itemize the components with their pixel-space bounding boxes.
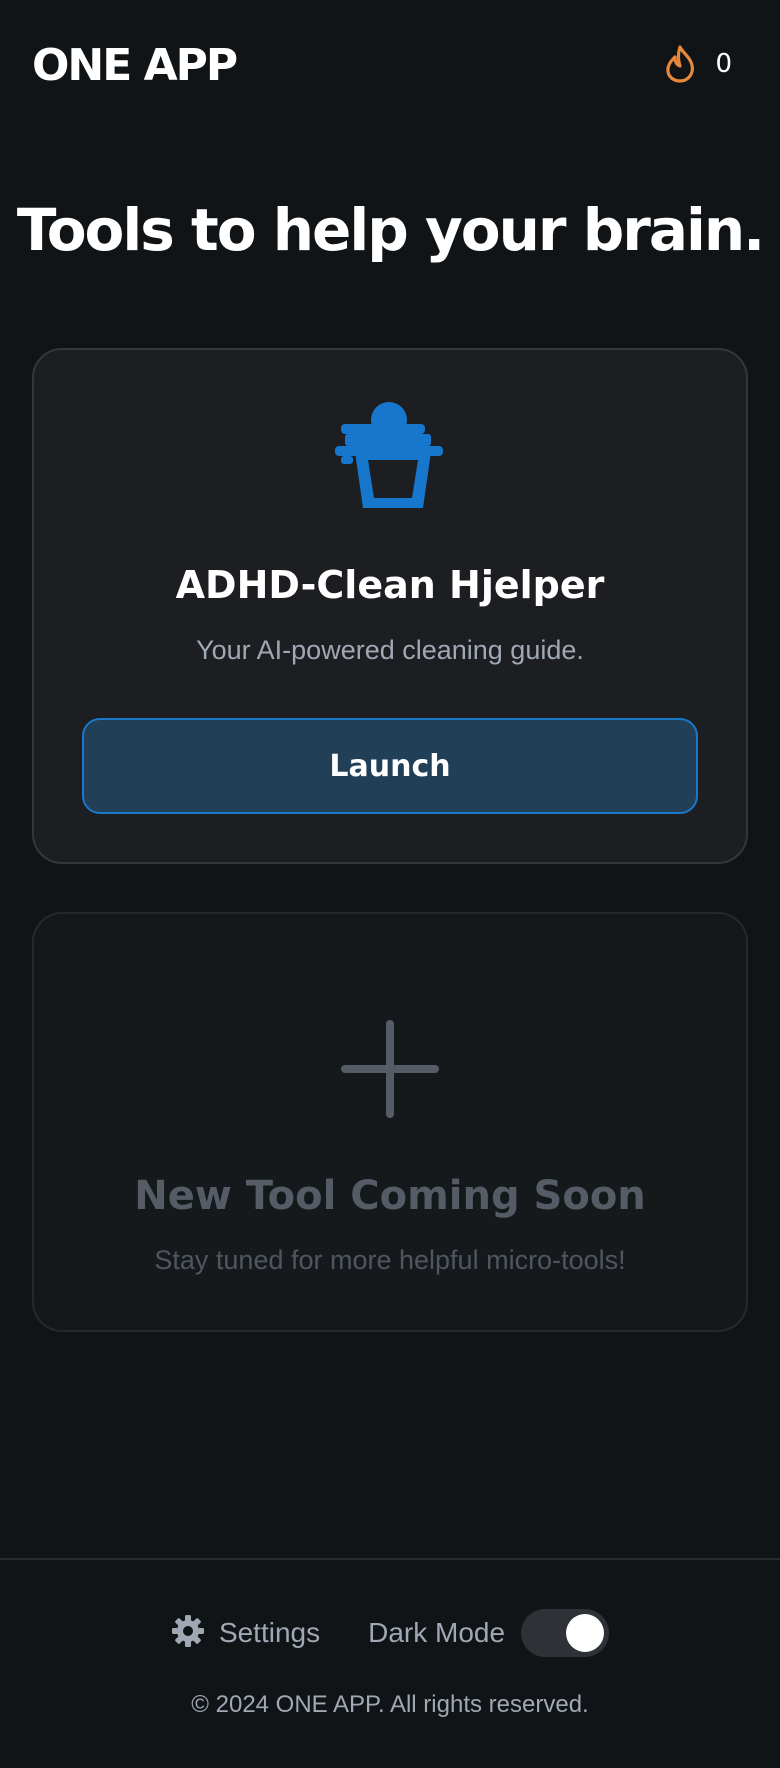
tool-name: ADHD-Clean Hjelper [175,563,605,607]
footer-controls: Settings Dark Mode [0,1608,780,1658]
settings-label: Settings [218,1617,321,1648]
launch-button[interactable]: Launch [82,718,698,814]
copyright-text: © 2024 ONE APP. All rights reserved. [191,1691,589,1718]
dark-mode-label: Dark Mode [368,1617,506,1648]
coming-soon-description: Stay tuned for more helpful micro-tools! [154,1245,626,1275]
plus-icon [341,1020,439,1123]
app-footer: Settings Dark Mode © 2024 ONE APP. All r… [0,1558,780,1768]
gear-icon [171,1614,205,1653]
settings-link[interactable]: Settings [171,1614,320,1653]
page-title: Tools to help your brain. [16,196,765,264]
app-header: ONE APP 0 [0,0,780,130]
coming-soon-panel: New Tool Coming Soon Stay tuned for more… [78,958,702,1286]
tool-card-adhd-clean: ADHD-Clean Hjelper Your AI-powered clean… [32,348,748,864]
dark-mode-toggle[interactable] [521,1609,610,1657]
flame-icon [663,44,697,84]
coming-soon-card: New Tool Coming Soon Stay tuned for more… [32,912,748,1332]
cleaning-bucket-icon [335,400,445,517]
dark-mode-control: Dark Mode [368,1609,610,1657]
streak-count: 0 [715,49,732,79]
streak-counter[interactable]: 0 [663,40,732,88]
app-logo[interactable]: ONE APP [32,38,238,94]
toggle-knob [566,1614,605,1652]
coming-soon-title: New Tool Coming Soon [134,1173,646,1219]
tool-description: Your AI-powered cleaning guide. [196,635,584,665]
